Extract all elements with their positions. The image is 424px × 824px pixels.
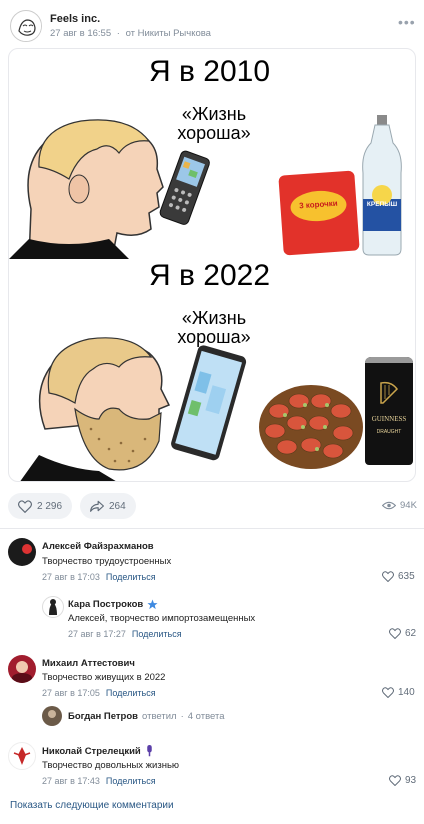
comment-like-button[interactable]: 93 [389, 775, 416, 786]
comment-date[interactable]: 27 авг в 17:43 [42, 776, 100, 786]
heart-icon [389, 628, 401, 639]
drink-label: КРЕПЫШ [366, 201, 398, 208]
views-count: 94K [400, 500, 417, 511]
comment-share-link[interactable]: Поделиться [106, 776, 156, 786]
comment-share-link[interactable]: Поделиться [106, 572, 156, 582]
reply-like-count: 62 [405, 628, 417, 639]
microphone-icon [147, 745, 152, 757]
verified-star-icon [147, 599, 158, 610]
comment-like-count: 140 [398, 687, 415, 698]
comment-like-count: 93 [405, 775, 417, 786]
reply-share-link[interactable]: Поделиться [132, 629, 182, 639]
post-image[interactable]: Я в 2010 «Жизнь хороша» 3 корочки КРЕПЫШ… [8, 48, 416, 482]
comment-author: Николай Стрелецкий [42, 745, 154, 757]
post-author[interactable]: Feels inc. [50, 13, 100, 25]
thread-count: 4 ответа [187, 711, 225, 722]
comment-text: Творчество трудоустроенных [42, 556, 172, 567]
reply-text: Алексей, творчество импортозамещенных [68, 613, 256, 624]
post-date[interactable]: 27 авг в 16:55 [50, 28, 111, 39]
likes-count: 2 296 [37, 500, 63, 512]
avatar-emblem-icon [13, 747, 31, 765]
comments-divider [0, 528, 424, 529]
thread-author: Богдан Петров [68, 711, 139, 722]
thread-action: ответил [142, 711, 177, 722]
beer-label: GUINNESS [371, 415, 407, 423]
like-button[interactable]: 2 296 [8, 493, 73, 519]
post-meta: 27 авг в 16:55 · от Никиты Рычкова [50, 28, 211, 39]
comment-like-button[interactable]: 140 [382, 687, 415, 698]
eye-icon [382, 501, 396, 510]
show-more-comments-link[interactable]: Показать следующие комментарии [10, 800, 174, 811]
sushi-plate-image [259, 385, 363, 469]
avatar[interactable] [42, 706, 62, 726]
comment-meta: 27 авг в 17:43 Поделиться [42, 776, 156, 786]
reply-like-button[interactable]: 62 [389, 628, 416, 639]
shares-count: 264 [109, 500, 126, 512]
avatar-figure-icon [49, 599, 57, 615]
avatar[interactable] [42, 596, 64, 618]
water-bottle-image [362, 115, 402, 256]
heart-icon [18, 499, 32, 513]
views-counter: 94K [382, 500, 417, 511]
more-options-icon[interactable]: ••• [398, 14, 416, 30]
replies-thread-link[interactable]: Богдан Петров ответил · 4 ответа [68, 711, 225, 722]
comment-date[interactable]: 27 авг в 17:03 [42, 572, 100, 582]
heart-icon [389, 775, 401, 786]
avatar[interactable] [8, 538, 36, 566]
share-button[interactable]: 264 [80, 493, 136, 519]
comment-author-name[interactable]: Николай Стрелецкий [42, 746, 141, 757]
post-via: от Никиты Рычкова [125, 28, 211, 39]
comment-author[interactable]: Алексей Файзрахманов [42, 541, 154, 552]
comment-share-link[interactable]: Поделиться [106, 688, 156, 698]
smartphone-image [171, 345, 247, 461]
snack-bag-image: 3 корочки [278, 170, 360, 256]
comment-meta: 27 авг в 17:03 Поделиться [42, 572, 156, 582]
beer-can-image: GUINNESS DRAUGHT [365, 357, 413, 465]
comment-like-button[interactable]: 635 [382, 571, 415, 582]
reply-author-name[interactable]: Кара Построков [68, 599, 143, 610]
meme-bottom-title: Я в 2022 [149, 259, 271, 292]
comment-like-count: 635 [398, 571, 415, 582]
comment-text: Творчество довольных жизнью [42, 760, 180, 771]
comment-meta: 27 авг в 17:05 Поделиться [42, 688, 156, 698]
reply-meta: 27 авг в 17:27 Поделиться [68, 629, 182, 639]
community-logo-icon [12, 12, 41, 41]
heart-icon [382, 571, 394, 582]
beer-sublabel: DRAUGHT [376, 429, 402, 435]
reply-author: Кара Построков [68, 599, 158, 610]
share-arrow-icon [90, 500, 104, 512]
comment-text: Творчество живущих в 2022 [42, 672, 166, 683]
nokia-phone-image [159, 150, 210, 225]
avatar[interactable] [8, 655, 36, 683]
harp-icon [380, 381, 398, 404]
avatar[interactable] [8, 742, 36, 770]
meme-top-title: Я в 2010 [149, 55, 271, 88]
reply-date[interactable]: 27 авг в 17:27 [68, 629, 126, 639]
comment-date[interactable]: 27 авг в 17:05 [42, 688, 100, 698]
comment-author[interactable]: Михаил Аттестович [42, 658, 135, 669]
heart-icon [382, 687, 394, 698]
community-avatar[interactable] [10, 10, 42, 42]
